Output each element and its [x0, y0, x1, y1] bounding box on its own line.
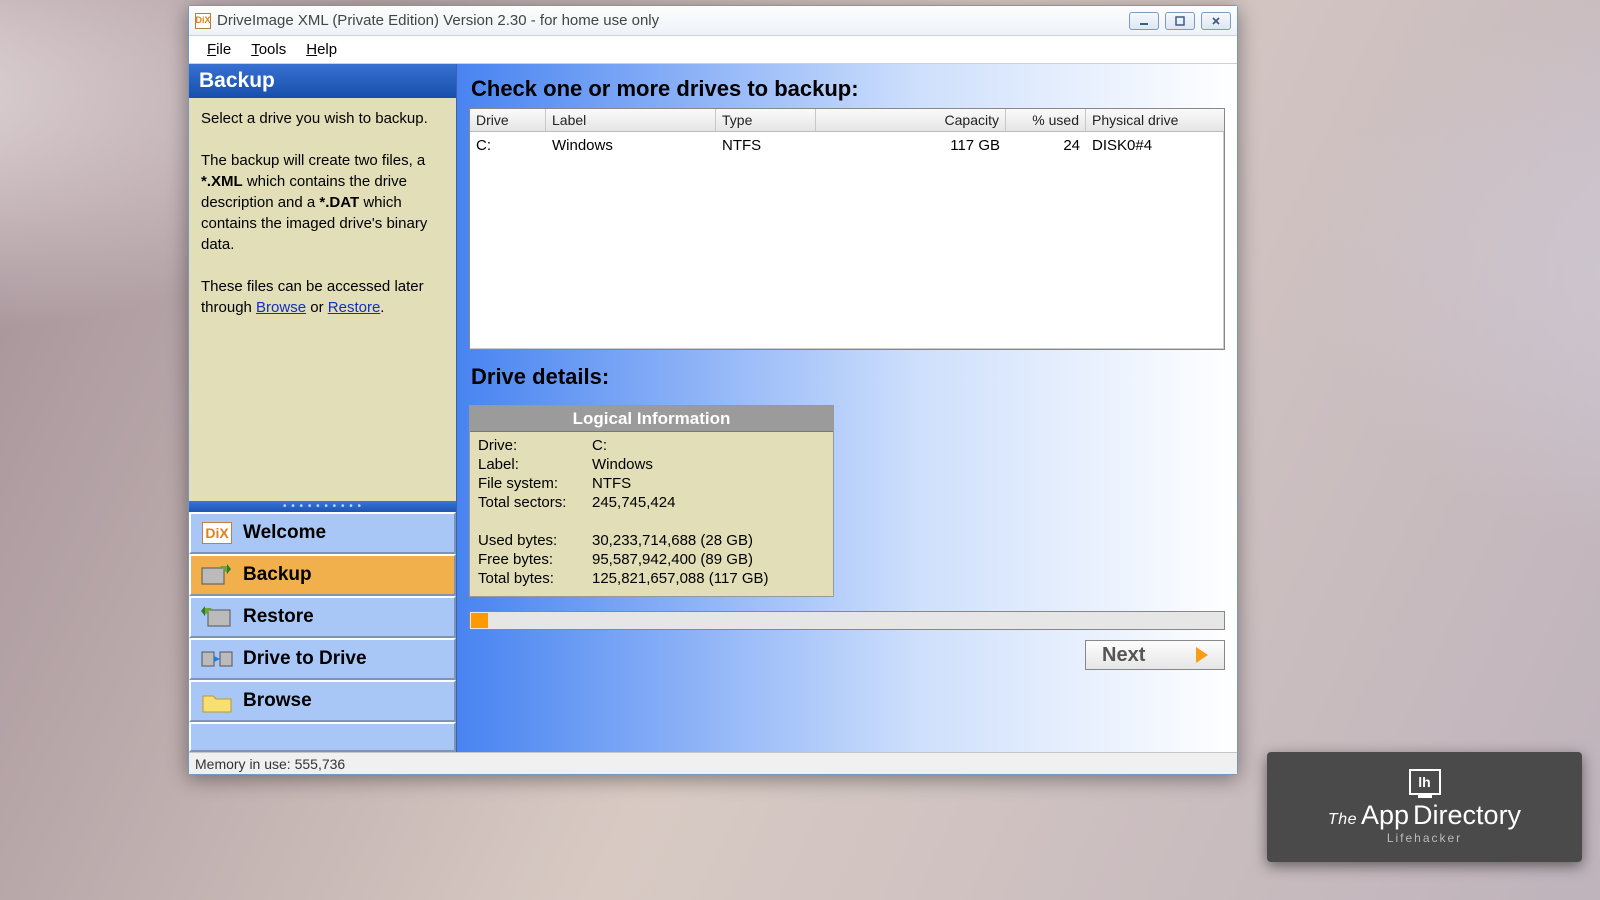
sidebar-resize-handle[interactable]: • • • • • • • • • • — [189, 501, 456, 512]
details-heading: Drive details: — [471, 364, 1225, 390]
arrow-right-icon — [1196, 647, 1208, 663]
nav-welcome[interactable]: DiX Welcome — [189, 512, 456, 554]
titlebar[interactable]: DiX DriveImage XML (Private Edition) Ver… — [189, 6, 1237, 36]
nav-footer — [189, 722, 456, 752]
window-title: DriveImage XML (Private Edition) Version… — [217, 12, 659, 29]
details-header: Logical Information — [470, 406, 833, 432]
menu-help[interactable]: Help — [298, 39, 345, 60]
browse-icon — [199, 687, 235, 715]
col-header-type[interactable]: Type — [716, 109, 816, 131]
menu-tools[interactable]: Tools — [243, 39, 294, 60]
nav-list: DiX Welcome Backup Restore — [189, 512, 456, 752]
table-header-row: Drive Label Type Capacity % used Physica… — [470, 109, 1224, 132]
drive-details-box: Logical Information Drive:C: Label:Windo… — [469, 405, 834, 597]
maximize-button[interactable] — [1165, 12, 1195, 30]
main-panel: Check one or more drives to backup: Driv… — [457, 64, 1237, 752]
backup-icon — [199, 561, 235, 589]
progress-fill — [471, 613, 488, 628]
usage-progress-bar — [469, 611, 1225, 630]
status-bar: Memory in use: 555,736 — [189, 752, 1237, 774]
drives-table[interactable]: Drive Label Type Capacity % used Physica… — [469, 108, 1225, 350]
sidebar-description: Select a drive you wish to backup. The b… — [189, 98, 456, 328]
restore-link[interactable]: Restore — [328, 299, 381, 316]
next-button[interactable]: Next — [1085, 640, 1225, 670]
app-icon: DiX — [195, 13, 211, 29]
nav-drive-to-drive[interactable]: Drive to Drive — [189, 638, 456, 680]
sidebar: Backup Select a drive you wish to backup… — [189, 64, 457, 752]
drive-to-drive-icon — [199, 645, 235, 673]
drives-heading: Check one or more drives to backup: — [471, 76, 1225, 102]
col-header-physical-drive[interactable]: Physical drive — [1086, 109, 1224, 131]
watermark-badge: lh The App Directory Lifehacker — [1267, 752, 1582, 862]
browse-link[interactable]: Browse — [256, 299, 306, 316]
close-button[interactable] — [1201, 12, 1231, 30]
menu-file[interactable]: File — [199, 39, 239, 60]
memory-status: Memory in use: 555,736 — [195, 756, 345, 772]
table-row[interactable]: C: Windows NTFS 117 GB 24 DISK0#4 — [470, 132, 1224, 159]
col-header-drive[interactable]: Drive — [470, 109, 546, 131]
application-window: DiX DriveImage XML (Private Edition) Ver… — [188, 5, 1238, 775]
minimize-button[interactable] — [1129, 12, 1159, 30]
menubar: File Tools Help — [189, 36, 1237, 64]
nav-browse[interactable]: Browse — [189, 680, 456, 722]
restore-icon — [199, 603, 235, 631]
sidebar-header: Backup — [189, 64, 456, 98]
col-header-pct-used[interactable]: % used — [1006, 109, 1086, 131]
welcome-icon: DiX — [199, 519, 235, 547]
nav-backup[interactable]: Backup — [189, 554, 456, 596]
monitor-icon: lh — [1409, 769, 1441, 795]
col-header-capacity[interactable]: Capacity — [816, 109, 1006, 131]
nav-restore[interactable]: Restore — [189, 596, 456, 638]
col-header-label[interactable]: Label — [546, 109, 716, 131]
